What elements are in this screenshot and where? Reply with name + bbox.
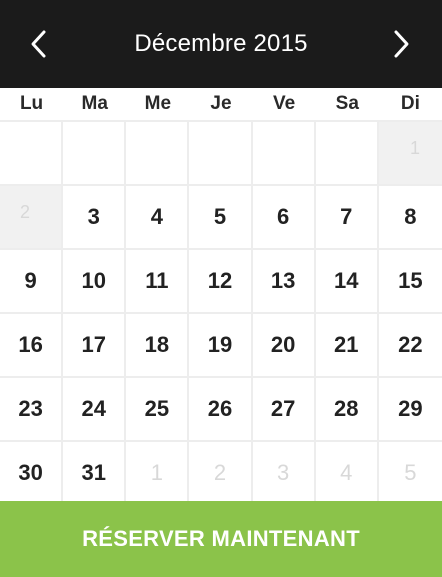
day-cell[interactable]: 22: [378, 314, 442, 378]
next-month-button[interactable]: [367, 0, 437, 88]
day-cell-next-month: 4: [315, 442, 379, 506]
day-cell[interactable]: 18: [126, 314, 190, 378]
weekday-label: Me: [144, 93, 172, 114]
weekday-header-row: Lu Ma Me Je Ve Sa Di: [0, 88, 442, 122]
day-cell[interactable]: 19: [189, 314, 253, 378]
calendar-grid: 1 2 3 4 5 6 7 8 9 10 11 12 13 14 15 16 1…: [0, 122, 442, 506]
day-cell[interactable]: 14: [315, 250, 379, 314]
day-cell[interactable]: 23: [0, 378, 64, 442]
day-cell[interactable]: 13: [252, 250, 316, 314]
chevron-left-icon: [31, 30, 46, 58]
day-cell[interactable]: 20: [252, 314, 316, 378]
day-cell[interactable]: 15: [378, 250, 442, 314]
empty-day-cell: [315, 122, 379, 186]
day-cell[interactable]: 17: [63, 314, 127, 378]
day-cell[interactable]: 4: [126, 186, 190, 250]
day-cell[interactable]: 24: [63, 378, 127, 442]
day-cell[interactable]: 12: [189, 250, 253, 314]
day-cell[interactable]: 5: [189, 186, 253, 250]
chevron-right-icon: [394, 30, 409, 58]
day-cell[interactable]: 3: [63, 186, 127, 250]
day-cell[interactable]: 29: [378, 378, 442, 442]
day-cell[interactable]: 21: [315, 314, 379, 378]
weekday-label: Ve: [273, 93, 296, 114]
empty-day-cell: [0, 122, 64, 186]
day-cell-next-month: 2: [189, 442, 253, 506]
day-cell-unavailable: 1: [378, 122, 442, 186]
book-now-button[interactable]: RÉSERVER MAINTENANT: [0, 501, 442, 577]
day-cell[interactable]: 9: [0, 250, 64, 314]
day-cell-next-month: 5: [378, 442, 442, 506]
weekday-label: Sa: [335, 93, 359, 114]
weekday-label: Je: [210, 93, 232, 114]
day-cell[interactable]: 31: [63, 442, 127, 506]
weekday-label: Ma: [81, 93, 108, 114]
day-cell[interactable]: 27: [252, 378, 316, 442]
weekday-label: Di: [400, 93, 420, 114]
day-cell[interactable]: 11: [126, 250, 190, 314]
empty-day-cell: [126, 122, 190, 186]
day-cell-unavailable: 2: [0, 186, 64, 250]
day-cell-next-month: 1: [126, 442, 190, 506]
empty-day-cell: [252, 122, 316, 186]
day-cell[interactable]: 16: [0, 314, 64, 378]
previous-month-button[interactable]: [3, 0, 73, 88]
day-cell[interactable]: 6: [252, 186, 316, 250]
day-cell[interactable]: 8: [378, 186, 442, 250]
day-cell-next-month: 3: [252, 442, 316, 506]
weekday-label: Lu: [19, 93, 44, 114]
empty-day-cell: [63, 122, 127, 186]
calendar-header: Décembre 2015: [0, 0, 442, 88]
empty-day-cell: [189, 122, 253, 186]
day-cell[interactable]: 26: [189, 378, 253, 442]
day-cell[interactable]: 7: [315, 186, 379, 250]
month-title: Décembre 2015: [134, 30, 308, 57]
day-cell[interactable]: 28: [315, 378, 379, 442]
day-cell[interactable]: 30: [0, 442, 64, 506]
day-cell[interactable]: 10: [63, 250, 127, 314]
day-cell[interactable]: 25: [126, 378, 190, 442]
